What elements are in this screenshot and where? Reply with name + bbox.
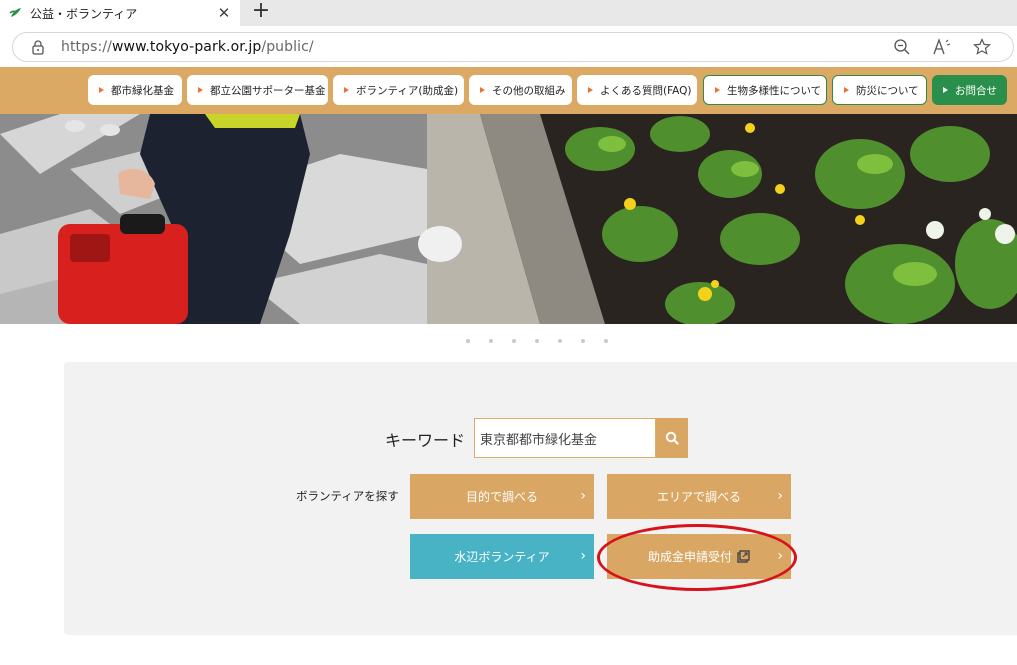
hero-photo	[0, 114, 1017, 324]
search-by-area-button[interactable]: エリアで調べる ›	[607, 474, 791, 519]
nav-item-label: ボランティア(助成金)	[356, 84, 459, 97]
browser-tab-bar: 公益・ボランティア ✕ +	[0, 0, 1017, 26]
carousel-dot[interactable]	[512, 339, 516, 343]
chevron-right-icon: ›	[777, 488, 783, 504]
search-button[interactable]	[656, 418, 688, 458]
button-label: 水辺ボランティア	[454, 550, 550, 564]
carousel-pagination	[466, 339, 608, 343]
nav-item-label: 都市緑化基金	[111, 84, 174, 97]
nav-item-contact[interactable]: お問合せ	[932, 75, 1007, 105]
keyword-search-input[interactable]	[474, 418, 656, 458]
browser-tab[interactable]: 公益・ボランティア ✕	[0, 0, 240, 26]
chevron-right-icon: ›	[580, 548, 586, 564]
url-host: www.tokyo-park.or.jp	[111, 39, 262, 55]
carousel-dot[interactable]	[535, 339, 539, 343]
nav-item-urban-greening-fund[interactable]: 都市緑化基金	[88, 75, 182, 105]
nav-item-volunteer-grants[interactable]: ボランティア(助成金)	[333, 75, 464, 105]
carousel-dot[interactable]	[489, 339, 493, 343]
keyword-label: キーワード	[385, 431, 466, 450]
tab-close-icon[interactable]: ✕	[214, 4, 234, 22]
read-aloud-icon[interactable]	[931, 36, 953, 58]
nav-item-faq[interactable]: よくある質問(FAQ)	[577, 75, 697, 105]
nav-item-label: お問合せ	[955, 84, 997, 97]
carousel-dot[interactable]	[558, 339, 562, 343]
site-favicon-icon	[8, 5, 24, 21]
tab-title: 公益・ボランティア	[30, 6, 138, 21]
nav-item-label: 都立公園サポーター基金	[210, 84, 326, 97]
url-prefix: https://	[61, 39, 112, 55]
site-nav-bar: 都市緑化基金 都立公園サポーター基金 ボランティア(助成金) その他の取組み よ…	[0, 67, 1017, 114]
nav-item-label: その他の取組み	[492, 84, 566, 97]
nav-item-biodiversity[interactable]: 生物多様性について	[703, 75, 827, 105]
chevron-right-icon: ›	[580, 488, 586, 504]
nav-item-disaster-prevention[interactable]: 防災について	[832, 75, 927, 105]
red-highlight-circle	[597, 524, 797, 591]
waterside-volunteer-button[interactable]: 水辺ボランティア ›	[410, 534, 594, 579]
arrow-triangle-icon	[943, 87, 948, 93]
search-icon	[665, 431, 679, 445]
nav-item-other-initiatives[interactable]: その他の取組み	[469, 75, 572, 105]
url-text[interactable]: https://www.tokyo-park.or.jp/public/	[61, 39, 891, 55]
nav-item-label: よくある質問(FAQ)	[600, 84, 692, 97]
favorite-star-icon[interactable]	[971, 36, 993, 58]
hero-carousel-image[interactable]	[0, 114, 1017, 324]
nav-item-label: 生物多様性について	[727, 84, 822, 97]
zoom-out-icon[interactable]	[891, 36, 913, 58]
arrow-triangle-icon	[844, 87, 849, 93]
arrow-triangle-icon	[198, 87, 203, 93]
address-bar[interactable]: https://www.tokyo-park.or.jp/public/	[12, 32, 1014, 62]
arrow-triangle-icon	[344, 87, 349, 93]
browser-toolbar: https://www.tokyo-park.or.jp/public/	[0, 26, 1017, 67]
search-by-purpose-button[interactable]: 目的で調べる ›	[410, 474, 594, 519]
button-label: エリアで調べる	[656, 490, 741, 504]
arrow-triangle-icon	[99, 87, 104, 93]
lock-icon[interactable]	[31, 39, 45, 55]
arrow-triangle-icon	[715, 87, 720, 93]
new-tab-button[interactable]: +	[248, 0, 274, 24]
url-path: /public/	[261, 39, 314, 55]
carousel-dot[interactable]	[581, 339, 585, 343]
carousel-dot[interactable]	[466, 339, 470, 343]
button-label: 目的で調べる	[465, 490, 538, 504]
nav-item-park-supporter-fund[interactable]: 都立公園サポーター基金	[187, 75, 328, 105]
find-volunteer-label: ボランティアを探す	[296, 489, 399, 503]
arrow-triangle-icon	[588, 87, 593, 93]
carousel-dot[interactable]	[604, 339, 608, 343]
nav-item-label: 防災について	[856, 84, 919, 97]
arrow-triangle-icon	[480, 87, 485, 93]
